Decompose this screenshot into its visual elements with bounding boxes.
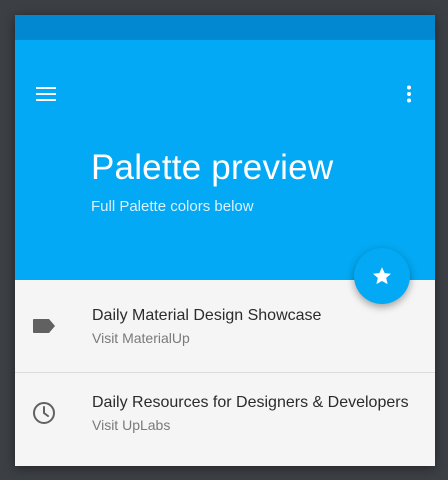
star-icon <box>373 267 391 285</box>
app-card: Palette preview Full Palette colors belo… <box>15 15 435 466</box>
page-subtitle: Full Palette colors below <box>91 198 254 215</box>
page-title: Palette preview <box>91 148 334 187</box>
more-vert-icon <box>407 85 411 103</box>
link-list: Daily Material Design Showcase Visit Mat… <box>15 280 435 466</box>
list-item-subtitle: Visit MaterialUp <box>92 330 190 346</box>
favorite-fab[interactable] <box>354 248 410 304</box>
menu-icon <box>36 87 56 101</box>
list-item-subtitle: Visit UpLabs <box>92 417 171 433</box>
app-bar: Palette preview Full Palette colors belo… <box>15 40 435 280</box>
more-options-button[interactable] <box>395 76 423 112</box>
list-item-title: Daily Material Design Showcase <box>92 307 322 324</box>
list-item-uplabs[interactable]: Daily Resources for Designers & Develope… <box>15 373 435 466</box>
list-item-title: Daily Resources for Designers & Develope… <box>92 394 409 411</box>
clock-icon <box>31 400 57 426</box>
menu-button[interactable] <box>29 76 65 112</box>
status-bar <box>15 15 435 40</box>
label-icon <box>31 313 57 339</box>
